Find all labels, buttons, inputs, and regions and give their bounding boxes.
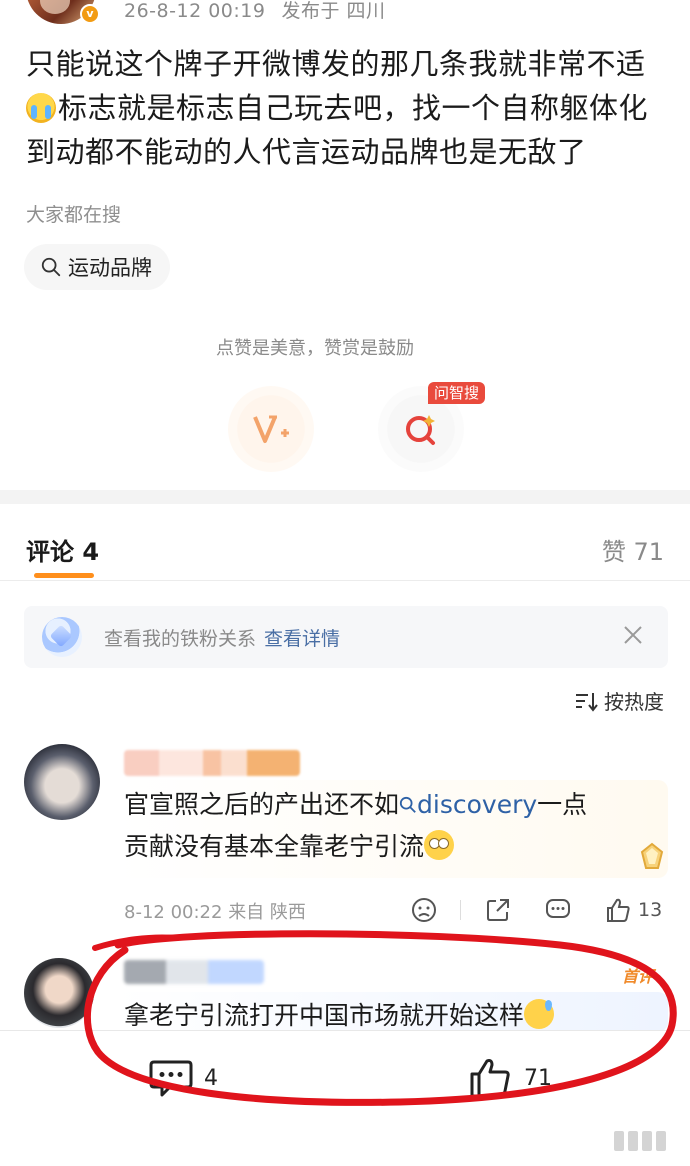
- post-text-line3: 到动都不能动的人代言运动品牌也是无敌了: [26, 135, 587, 169]
- comment1-time: 8-12 00:22: [124, 902, 223, 923]
- tab-active-indicator: [34, 573, 94, 578]
- bottom-action-bar: [0, 1031, 690, 1166]
- comment1-like-button[interactable]: 13: [604, 894, 662, 926]
- post-text-line1: 只能说这个牌子开微博发的那几条我就非常不适: [26, 47, 646, 81]
- crying-emoji-icon: [26, 93, 56, 123]
- first-comment-badge: 首评: [622, 967, 655, 986]
- gem-badge-icon: [640, 842, 664, 869]
- trending-search-heading: 大家都在搜: [26, 204, 122, 226]
- fan-banner-text: 查看我的铁粉关系: [104, 627, 257, 650]
- tab-likes[interactable]: 赞 71: [602, 532, 664, 567]
- comment1-username-blurred[interactable]: [124, 750, 300, 776]
- eye-roll-emoji-icon: [424, 830, 455, 860]
- comment1-reply-button[interactable]: [544, 894, 572, 926]
- fan-banner-link[interactable]: 查看详情: [264, 624, 340, 651]
- search-icon: [399, 796, 416, 813]
- dislike-face-icon: [412, 898, 436, 922]
- comment1-text-part1: 官宣照之后的产出还不如: [124, 790, 400, 819]
- post-text-line2-wrap: 标志就是标志自己玩去吧，找一个自称躯体化: [26, 86, 666, 130]
- reward-prompt: 点赞是美意，赞赏是鼓励: [216, 338, 414, 359]
- post-date: 26-8-12 00:19: [124, 0, 266, 22]
- comment1-meta: 8-12 00:22 来自 陕西: [124, 898, 306, 924]
- tab-divider: [0, 580, 690, 581]
- comment1-dislike-button[interactable]: [410, 894, 438, 926]
- thumbs-up-icon: [607, 898, 630, 922]
- reward-v-icon: [253, 415, 289, 443]
- bottom-comment-button[interactable]: 4: [148, 1056, 218, 1100]
- verified-badge-icon: v: [80, 4, 100, 24]
- close-icon[interactable]: [622, 624, 644, 646]
- bottom-like-count: 71: [524, 1065, 552, 1091]
- watermark-logo: [614, 1128, 666, 1154]
- trending-search-chip[interactable]: 运动品牌: [24, 244, 170, 290]
- post-location: 发布于 四川: [281, 0, 386, 22]
- sort-by-hot-button[interactable]: 按热度: [574, 686, 664, 715]
- comment1-line2: 贡献没有基本全靠老宁引流: [124, 826, 644, 868]
- comment2-text: 拿老宁引流打开中国市场就开始这样: [124, 1001, 525, 1030]
- action-divider: [460, 900, 461, 920]
- sort-icon: [576, 692, 598, 712]
- comment1-text-line2: 贡献没有基本全靠老宁引流: [124, 832, 425, 861]
- comment1-location: 来自 陕西: [228, 902, 306, 923]
- post-meta: 26-8-12 00:19 发布于 四川: [124, 0, 402, 22]
- search-icon: [41, 257, 61, 277]
- thumbs-up-icon: [470, 1059, 510, 1098]
- post-body: 只能说这个牌子开微博发的那几条我就非常不适 标志就是标志自己玩去吧，找一个自称躯…: [26, 42, 666, 174]
- sweat-emoji-icon: [524, 999, 555, 1029]
- post-text-line2: 标志就是标志自己玩去吧，找一个自称躯体化: [58, 91, 649, 125]
- comment1-avatar[interactable]: [24, 744, 100, 820]
- reward-button[interactable]: [228, 386, 314, 472]
- ai-search-badge: 问智搜: [428, 382, 486, 404]
- diamond-icon: [42, 617, 82, 657]
- share-icon: [487, 899, 509, 921]
- comment1-search-term: discovery: [417, 790, 538, 819]
- comment2-avatar[interactable]: [24, 958, 94, 1028]
- comment1-share-button[interactable]: [484, 894, 512, 926]
- comment2-text-wrap: 拿老宁引流打开中国市场就开始这样: [124, 998, 555, 1034]
- comment1-search-link[interactable]: discovery: [399, 790, 537, 819]
- comment1-line1: 官宣照之后的产出还不如 discovery一点: [124, 784, 644, 826]
- comment1-actions: 13: [410, 894, 670, 926]
- comment-icon: [149, 1060, 193, 1097]
- comment-icon: [546, 899, 570, 918]
- bottom-comment-count: 4: [204, 1065, 218, 1091]
- bottom-like-button[interactable]: 71: [468, 1056, 552, 1100]
- sort-label: 按热度: [604, 690, 664, 714]
- ai-search-icon: [406, 415, 435, 445]
- section-separator: [0, 490, 690, 504]
- trending-search-label: 运动品牌: [68, 256, 152, 280]
- fan-relation-banner[interactable]: 查看我的铁粉关系 查看详情: [24, 606, 668, 668]
- comment1-text-part2: 一点: [537, 790, 588, 819]
- tab-comments[interactable]: 评论 4: [26, 532, 99, 567]
- comment2-username-blurred[interactable]: [124, 960, 264, 984]
- comment1-like-count: 13: [638, 899, 663, 921]
- comment1-text: 官宣照之后的产出还不如 discovery一点 贡献没有基本全靠老宁引流: [124, 784, 644, 868]
